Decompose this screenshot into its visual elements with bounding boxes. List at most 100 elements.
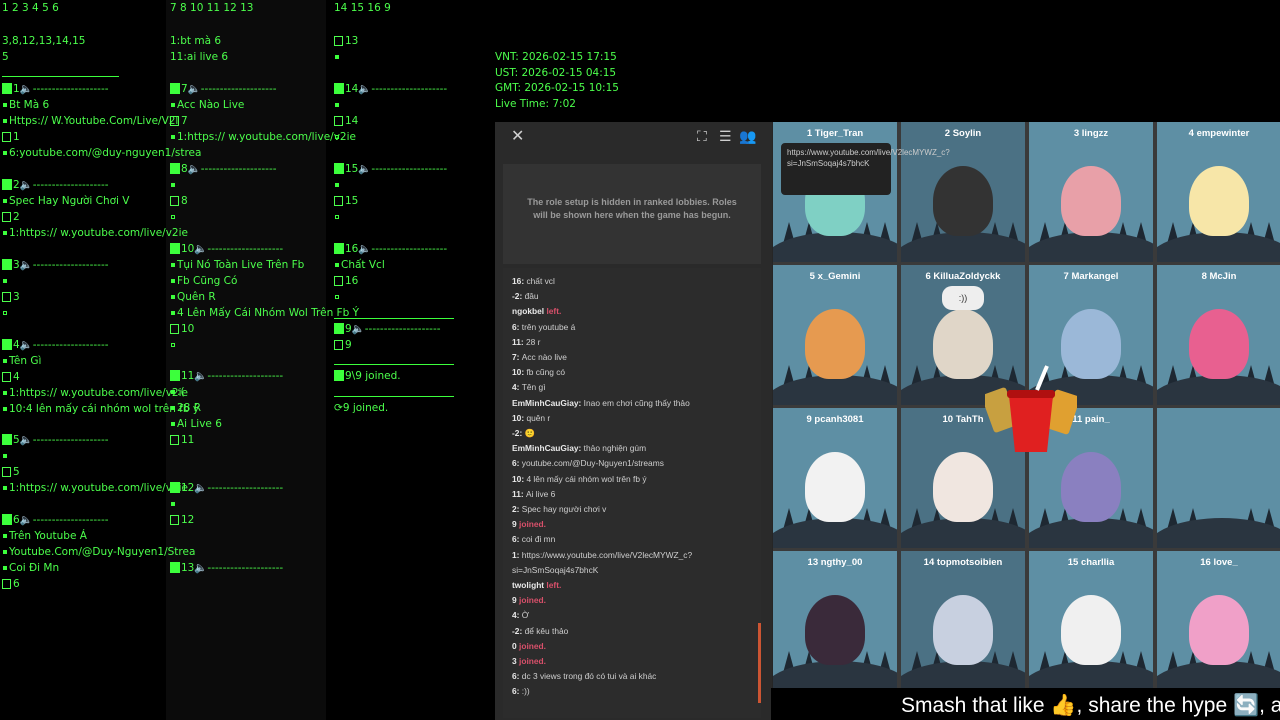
chat-message: 6: youtube.com/@Duy-Nguyen1/streams	[512, 458, 664, 469]
chat-message: -2: đâu	[512, 291, 539, 302]
time-ust: UST: 2026-02-15 04:15	[495, 67, 617, 79]
game-window: ✕ ⛶ ☰ 👥 The role setup is hidden in rank…	[495, 122, 1280, 720]
chat-message: si=JnSmSoqaj4s7bhcK	[512, 564, 599, 575]
slot-line: 4	[2, 369, 20, 385]
slot-header-10: 10🔈--------------------	[170, 241, 283, 257]
col1-header: 1 2 3 4 5 6	[2, 2, 59, 14]
slot-line: 1:https:// w.youtube.com/live/v2ie	[2, 385, 188, 401]
col3-dot	[334, 49, 341, 65]
slot-line: 1:https:// w.youtube.com/live/v2ie	[2, 480, 188, 496]
fullscreen-icon[interactable]: ⛶	[697, 128, 707, 145]
player-card[interactable]: 4 empewinter	[1157, 122, 1280, 262]
popcorn-ticket-sticker	[985, 365, 1077, 452]
close-icon[interactable]: ✕	[511, 126, 524, 146]
player-name: 2 Soylin	[944, 128, 982, 139]
player-card[interactable]	[1157, 408, 1280, 548]
player-avatar	[933, 166, 993, 236]
player-avatar	[1189, 309, 1249, 379]
player-name: 3 lingzz	[1073, 128, 1109, 139]
col3-joined-2: ⟳9 joined.	[334, 402, 389, 414]
player-avatar	[933, 309, 993, 379]
player-card[interactable]: 3 lingzz	[1029, 122, 1153, 262]
slot-line: 9	[334, 337, 352, 353]
slot-line: Quên R	[170, 289, 216, 305]
col2-info1: 1:bt mà 6	[170, 35, 222, 47]
chat-scrollbar[interactable]	[758, 623, 761, 703]
player-avatar	[1189, 166, 1249, 236]
slot-line: 4 Lên Mấy Cái Nhóm Wol Trên Fb Ý	[170, 305, 359, 321]
chat-message: 10: quên r	[512, 412, 551, 423]
chat-message: -2: để kêu thảo	[512, 625, 569, 636]
slot-header-4: 4🔈--------------------	[2, 337, 109, 353]
col1-divider	[2, 76, 119, 77]
speech-bubble: :))	[942, 286, 984, 310]
slot-line: Tên Gì	[2, 353, 41, 369]
player-card[interactable]: 5 x_Gemini	[773, 265, 897, 405]
player-name: 6 KilluaZoldyckk	[925, 271, 1001, 282]
player-name: 5 x_Gemini	[809, 271, 861, 282]
list-icon[interactable]: ☰	[719, 128, 732, 145]
slot-line: 7	[170, 113, 188, 129]
player-card[interactable]: 8 McJin	[1157, 265, 1280, 405]
player-avatar	[805, 595, 865, 665]
slot-line: :(	[170, 384, 185, 400]
player-name: 4 empewinter	[1188, 128, 1250, 139]
player-avatar	[805, 309, 865, 379]
slot-header-5: 5🔈--------------------	[2, 432, 109, 448]
player-card[interactable]: 9 pcanh3081	[773, 408, 897, 548]
slot-line	[334, 97, 341, 113]
player-card[interactable]: 16 love_	[1157, 551, 1280, 691]
chat-message: 3 joined.	[512, 656, 546, 666]
chat-message: 4: Ờ	[512, 610, 529, 621]
slot-line	[170, 177, 177, 193]
col3-joined-1: 9\9 joined.	[334, 368, 401, 384]
chat-message: 7: Acc nào live	[512, 352, 567, 362]
col2-header: 7 8 10 11 12 13	[170, 2, 254, 14]
ticker-banner: Smash that like 👍, share the hype 🔄, and…	[771, 688, 1280, 720]
chat-message: EmMinhCauGiay: thảo nghiện gúm	[512, 443, 647, 454]
chat-message: -2: 🙂	[512, 428, 535, 438]
player-avatar	[933, 452, 993, 522]
slot-line	[170, 209, 177, 225]
player-name: 8 McJin	[1201, 271, 1237, 282]
slot-line: 1	[2, 129, 20, 145]
slot-line: Ai Live 6	[170, 416, 222, 432]
slot-header-13: 13🔈--------------------	[170, 560, 283, 576]
slot-line: 15	[334, 193, 358, 209]
slot-line: 10	[170, 321, 194, 337]
slot-line	[2, 273, 9, 289]
col1-info1: 3,8,12,13,14,15	[2, 35, 86, 47]
time-live: Live Time: 7:02	[495, 98, 576, 110]
slot-line	[334, 177, 341, 193]
slot-line	[170, 337, 177, 353]
slot-line: Coi Đi Mn	[2, 560, 59, 576]
player-avatar	[1061, 452, 1121, 522]
player-card[interactable]: 14 topmotsoibien	[901, 551, 1025, 691]
player-card[interactable]: 13 ngthy_00	[773, 551, 897, 691]
chat-message: 9 joined.	[512, 595, 546, 606]
slot-header-11: 11🔈--------------------	[170, 368, 283, 384]
player-card[interactable]: 2 Soylin	[901, 122, 1025, 262]
slot-line: 1:https:// w.youtube.com/live/v2ie	[2, 225, 188, 241]
slot-line	[2, 448, 9, 464]
slot-line: Youtube.Com/@Duy-Nguyen1/Strea	[2, 544, 195, 560]
chat-message: 2: Spec hay người chơi v	[512, 504, 607, 514]
chat-message: 11: Ai live 6	[512, 488, 556, 499]
player-card[interactable]: 15 charllia	[1029, 551, 1153, 691]
slot-line: Fb Cũng Có	[170, 273, 237, 289]
chat-message: 6: dc 3 views trong đó có tui và ai khác	[512, 671, 657, 682]
slot-line: 11	[170, 432, 194, 448]
panel-toolbar: ✕ ⛶ ☰ 👥	[495, 122, 772, 152]
chat-message: 1: https://www.youtube.com/live/V2lecMYW…	[512, 549, 693, 560]
players-icon[interactable]: 👥	[739, 128, 756, 145]
slot-header-14: 14🔈--------------------	[334, 81, 447, 97]
col3-divider-1	[334, 318, 454, 319]
slot-line	[170, 496, 177, 512]
slot-header-8: 8🔈--------------------	[170, 161, 277, 177]
player-avatar	[1061, 166, 1121, 236]
chat-log[interactable]: 16: chất vcl -2: đâu ngokbel left. 6: trên …	[503, 268, 761, 718]
slot-line: 14	[334, 113, 358, 129]
slot-line: 2	[2, 209, 20, 225]
slot-line: 1:https:// w.youtube.com/live/v2ie	[170, 129, 356, 145]
chat-message: 6: trên youtube á	[512, 321, 576, 332]
